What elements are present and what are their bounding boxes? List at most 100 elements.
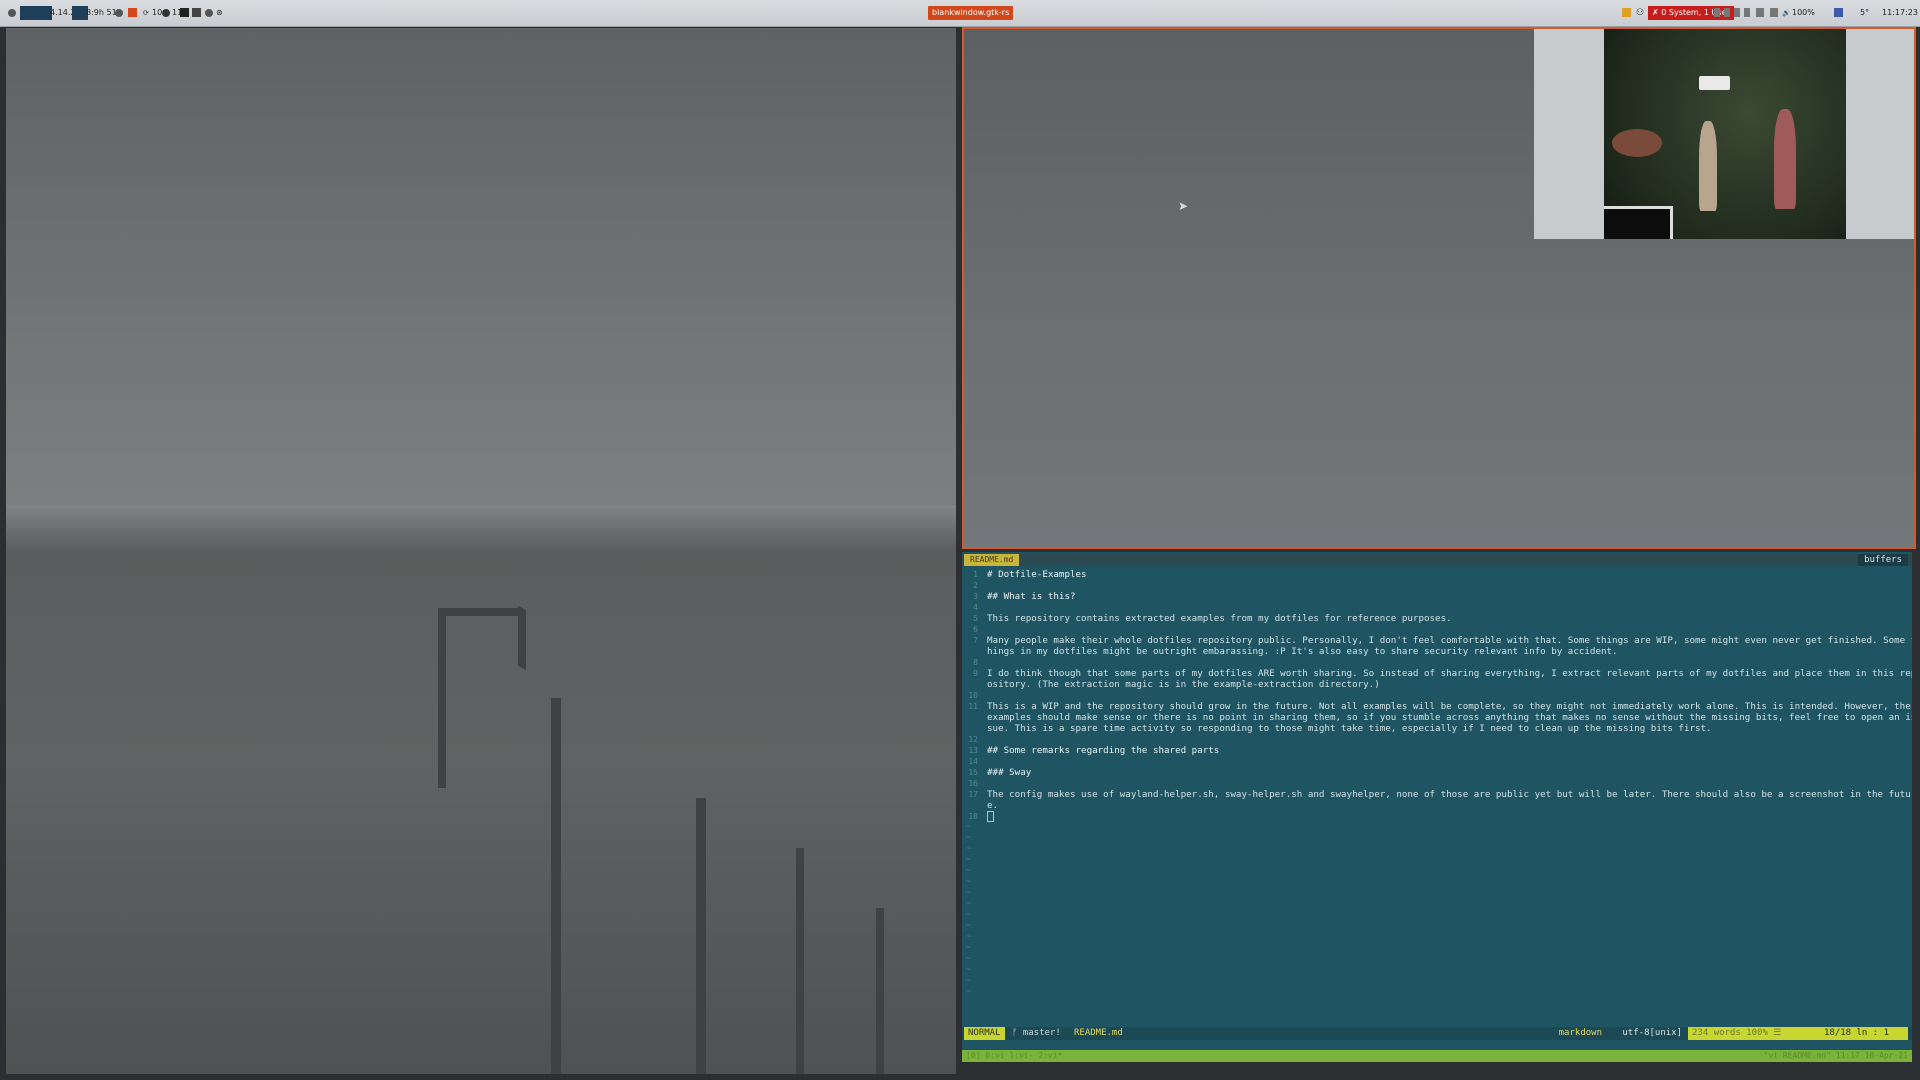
editor-line[interactable]: hings in my dotfiles might be outright e… [962,646,1912,657]
editor-line[interactable]: 12 [962,734,1912,745]
editor-line[interactable]: 17 The config makes use of wayland-helper… [962,789,1912,800]
editor-line[interactable]: 9 I do think though that some parts of my… [962,668,1912,679]
buffers-label: buffers [1858,554,1908,566]
editor-line[interactable]: 16 [962,778,1912,789]
word-count: 234 words 100% ☰ [1688,1027,1824,1040]
tilde-marker: ~ [966,921,972,931]
editor-line[interactable]: 6 [962,624,1912,635]
empty-line: ~ [962,855,1912,866]
file-encoding: utf-8[unix] [1622,1028,1682,1038]
tab-readme[interactable]: README.md [964,554,1020,566]
picture-in-picture[interactable] [1534,29,1914,239]
desktop-10[interactable]: 10 [152,6,162,20]
empty-line: ~ [962,932,1912,943]
empty-line: ~ [962,987,1912,998]
volume-level: 100% [1792,8,1815,17]
empty-line: ~ [962,866,1912,877]
tilde-marker: ~ [966,855,972,865]
network-icon: ⊛ [216,8,223,17]
window-title: blankwindow.gtk-rs [928,6,1014,20]
editor-line[interactable]: 14 [962,756,1912,767]
editor-line[interactable]: 10 [962,690,1912,701]
game-video[interactable] [1604,29,1846,239]
editor-line[interactable]: examples should make sense or there is n… [962,712,1912,723]
line-number: 13 [968,746,978,755]
line-number: 9 [973,669,978,678]
line-number: 12 [968,735,978,744]
desktop-dot-icon [162,9,170,17]
buffer-content[interactable]: 1 # Dotfile-Examples 2 3 ## What is this? 4 5 T… [962,569,1912,998]
line-text: ## Some remarks regarding the shared par… [987,745,1220,756]
line-number: 4 [973,603,978,612]
settings-icon[interactable] [205,9,213,17]
editor-line[interactable]: 1 # Dotfile-Examples [962,569,1912,580]
editor-line[interactable]: 3 ## What is this? [962,591,1912,602]
tilde-marker: ~ [966,954,972,964]
empty-line: ~ [962,844,1912,855]
empty-line: ~ [962,888,1912,899]
speaker-icon[interactable]: 🔊 [1782,6,1791,20]
editor-line[interactable]: 15 ### Sway [962,767,1912,778]
line-number: 10 [968,691,978,700]
line-text: This is a WIP and the repository should … [987,701,1911,712]
file-name: README.md [1074,1028,1123,1038]
editor-line[interactable]: sue. This is a spare time activity so re… [962,723,1912,734]
railing-slope [518,605,526,671]
status-dot-icon [115,9,123,17]
tmux-windows[interactable]: [0] 0:vi 1:vi- 2:vi* [966,1050,1062,1062]
editor-line[interactable]: 5 This repository contains extracted exam… [962,613,1912,624]
tilde-marker: ~ [966,822,972,832]
menu-icon[interactable] [8,9,16,17]
railing-post-4 [796,848,804,1074]
empty-line: ~ [962,954,1912,965]
editor-line[interactable]: e. [962,800,1912,811]
line-number: 2 [973,581,978,590]
empty-line: ~ [962,822,1912,833]
tmux-info: "vi README.md" 11:17 18-Apr-21 [1763,1051,1909,1060]
railing-post-2 [551,698,561,1074]
editor-line[interactable]: 11 This is a WIP and the repository shoul… [962,701,1912,712]
tilde-marker: ~ [966,866,972,876]
left-window[interactable] [6,28,956,1074]
battery-icon [1770,8,1778,17]
text-cursor [987,811,994,822]
tray-icon-4 [1744,8,1750,17]
line-text: sue. This is a spare time activity so re… [987,723,1712,734]
line-number: 7 [973,636,978,645]
mouse-pointer-icon: ➤ [1178,199,1189,213]
line-text: e. [987,800,999,811]
empty-line: ~ [962,943,1912,954]
speech-bubble [1699,76,1730,90]
line-number: 17 [968,790,978,799]
tilde-marker: ~ [966,844,972,854]
tilde-marker: ~ [966,833,972,843]
railing-post-3 [696,798,706,1074]
editor-line[interactable]: 18 [962,811,1912,822]
editor-line[interactable]: ository. (The extraction magic is in the… [962,679,1912,690]
vim-editor[interactable]: README.md buffers 1 # Dotfile-Examples 2 3 #… [962,552,1912,1062]
character-figure [1699,121,1717,211]
workspace-indicator[interactable] [20,6,52,20]
updates-badge[interactable]: ✗ 0 System, 1 User [1648,6,1734,20]
tray-icon-3 [1734,8,1740,17]
horizon-line [6,506,956,507]
line-text: Many people make their whole dotfiles re… [987,635,1912,646]
line-text: The config makes use of wayland-helper.s… [987,789,1912,800]
statusline: NORMAL ᚠ master! README.md markdown utf-… [962,1027,1912,1040]
editor-line[interactable]: 4 [962,602,1912,613]
tray-icon-1 [1714,8,1720,17]
line-number: 3 [973,592,978,601]
editor-line[interactable]: 13 ## Some remarks regarding the shared p… [962,745,1912,756]
empty-line: ~ [962,976,1912,987]
blank-window[interactable]: ➤ [962,27,1916,549]
line-text: ### Sway [987,767,1032,778]
recording-icon [128,8,137,17]
editor-line[interactable]: 7 Many people make their whole dotfiles r… [962,635,1912,646]
editor-line[interactable]: 2 [962,580,1912,591]
layout-icon[interactable] [192,8,201,17]
editor-line[interactable]: 8 [962,657,1912,668]
tilde-marker: ~ [966,943,972,953]
app-tray-icon[interactable] [1834,8,1843,17]
tabline: README.md buffers [962,554,1912,566]
active-window-icon [180,8,189,17]
